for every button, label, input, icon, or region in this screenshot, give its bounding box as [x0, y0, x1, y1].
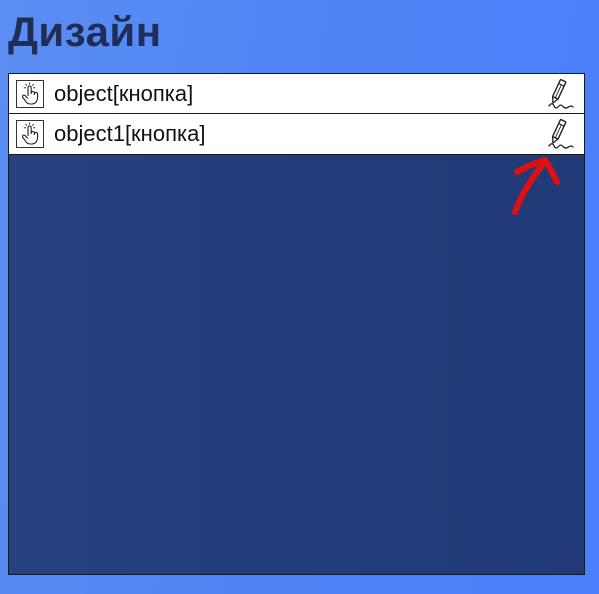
tap-hand-icon [16, 120, 44, 148]
tap-hand-icon [16, 79, 44, 108]
page-title: Дизайн [8, 8, 162, 55]
object-list-item[interactable]: object1[кнопка] [9, 114, 584, 155]
object-list-panel[interactable]: object[кнопка] object1[кнопка] [8, 73, 585, 575]
object-name-label: object[кнопка] [54, 80, 194, 106]
object-list-item[interactable]: object[кнопка] [9, 74, 584, 114]
object-name-label: object1[кнопка] [54, 121, 206, 146]
edit-pencil-icon[interactable] [545, 117, 579, 151]
edit-pencil-icon[interactable] [545, 77, 579, 111]
